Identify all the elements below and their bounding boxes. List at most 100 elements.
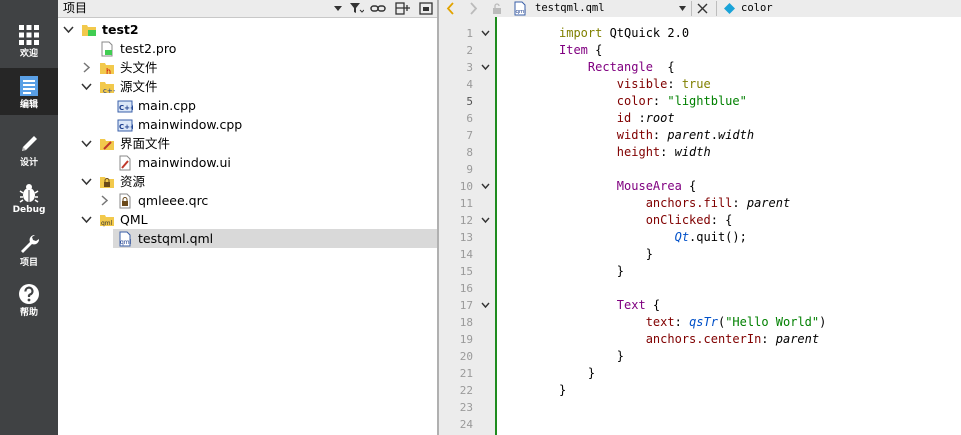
mode-design[interactable]: 设计 xyxy=(0,126,58,173)
tree-item-resources[interactable]: 资源 xyxy=(58,172,437,191)
svg-text:C++: C++ xyxy=(119,123,133,131)
qml-file-icon: qml xyxy=(119,231,132,247)
code-line[interactable]: id :root xyxy=(559,110,675,127)
chevron-down-icon[interactable] xyxy=(81,214,92,225)
code-line[interactable]: color: "lightblue" xyxy=(559,93,747,110)
code-line[interactable]: Text { xyxy=(559,297,660,314)
svg-text:c++: c++ xyxy=(103,87,115,95)
line-number: 3 xyxy=(466,61,473,74)
line-number-gutter: 1 2 3 4 5 6 7 8 9 10 11 12 13 14 15 16 1… xyxy=(439,17,495,435)
line-number: 24 xyxy=(459,418,473,431)
tree-item-pro-file[interactable]: test2.pro xyxy=(58,39,437,58)
tree-item-main-cpp[interactable]: C++ main.cpp xyxy=(58,96,437,115)
forward-arrow-icon[interactable] xyxy=(467,2,479,15)
code-line[interactable]: Item { xyxy=(559,42,602,59)
back-arrow-icon[interactable] xyxy=(445,2,457,15)
close-icon[interactable] xyxy=(696,2,709,15)
code-line[interactable]: } xyxy=(559,263,624,280)
code-line[interactable]: anchors.centerIn: parent xyxy=(559,331,819,348)
open-file-name[interactable]: testqml.qml xyxy=(535,0,605,17)
tree-item-sources[interactable]: c++ 源文件 xyxy=(58,77,437,96)
file-dropdown-icon[interactable] xyxy=(677,3,688,14)
code-line[interactable]: } xyxy=(559,348,624,365)
fold-marker-icon[interactable] xyxy=(481,182,490,191)
resources-folder-icon xyxy=(100,177,114,188)
line-number: 2 xyxy=(466,44,473,57)
fold-marker-icon[interactable] xyxy=(481,216,490,225)
fold-marker-icon[interactable] xyxy=(481,301,490,310)
code-line[interactable]: Qt.quit(); xyxy=(559,229,747,246)
fold-marker-icon[interactable] xyxy=(481,29,490,38)
edit-document-icon xyxy=(20,76,38,96)
line-number: 16 xyxy=(459,282,473,295)
close-panel-icon[interactable] xyxy=(418,1,434,16)
chevron-down-icon[interactable] xyxy=(63,24,74,35)
view-dropdown-icon[interactable] xyxy=(330,1,346,16)
code-line[interactable]: text: qsTr("Hello World") xyxy=(559,314,827,331)
tree-item-mainwindow-cpp[interactable]: C++ mainwindow.cpp xyxy=(58,115,437,134)
mode-debug-label: Debug xyxy=(12,205,46,215)
line-number: 22 xyxy=(459,384,473,397)
code-line[interactable]: } xyxy=(559,365,595,382)
mode-edit[interactable]: 编辑 xyxy=(0,68,58,115)
project-panel-title: 项目 xyxy=(63,1,88,15)
link-editor-icon[interactable] xyxy=(370,1,386,16)
filter-icon[interactable] xyxy=(348,1,364,16)
svg-text:qml: qml xyxy=(120,239,132,246)
tree-item-testqml[interactable]: qml testqml.qml xyxy=(113,229,437,248)
line-number: 7 xyxy=(466,129,473,142)
line-number: 18 xyxy=(459,316,473,329)
tree-item-mainwindow-ui[interactable]: mainwindow.ui xyxy=(58,153,437,172)
chevron-down-icon[interactable] xyxy=(81,138,92,149)
svg-text:qml: qml xyxy=(101,220,113,227)
chevron-right-icon[interactable] xyxy=(99,195,110,206)
code-line[interactable]: MouseArea { xyxy=(559,178,696,195)
bug-icon xyxy=(19,184,39,203)
line-number: 23 xyxy=(459,401,473,414)
cpp-file-icon: C++ xyxy=(117,100,133,113)
line-number: 9 xyxy=(466,163,473,176)
code-line[interactable]: import QtQuick 2.0 xyxy=(559,25,689,42)
line-number: 20 xyxy=(459,350,473,363)
chevron-right-icon[interactable] xyxy=(81,62,92,73)
code-line[interactable]: } xyxy=(559,246,653,263)
mode-projects-label: 项目 xyxy=(19,258,38,268)
code-line[interactable]: Rectangle { xyxy=(559,59,675,76)
code-line[interactable]: height: width xyxy=(559,144,711,161)
mode-help[interactable]: 帮助 xyxy=(0,276,58,323)
mode-help-label: 帮助 xyxy=(19,308,38,318)
code-line[interactable]: } xyxy=(559,382,566,399)
code-editor: qml testqml.qml color 1 2 3 4 5 6 7 8 9 … xyxy=(439,0,961,435)
code-line[interactable]: visible: true xyxy=(559,76,711,93)
code-line[interactable]: width: parent.width xyxy=(559,127,754,144)
tree-item-label: 界面文件 xyxy=(120,136,171,151)
wrench-icon xyxy=(21,234,40,253)
tree-item-qrc[interactable]: qmleee.qrc xyxy=(58,191,437,210)
pencil-icon xyxy=(22,136,37,151)
mode-projects[interactable]: 项目 xyxy=(0,226,58,273)
mode-welcome[interactable]: 欢迎 xyxy=(0,17,58,64)
header-folder-icon: h xyxy=(100,63,114,76)
line-number: 6 xyxy=(466,112,473,125)
tree-item-qml-folder[interactable]: qml QML xyxy=(58,210,437,229)
code-text-area[interactable]: import QtQuick 2.0 Item { Rectangle { vis… xyxy=(497,17,961,435)
code-line[interactable]: anchors.fill: parent xyxy=(559,195,791,212)
line-number: 12 xyxy=(459,214,473,227)
forms-folder-icon xyxy=(100,139,114,150)
help-icon xyxy=(19,284,39,304)
line-number: 21 xyxy=(459,367,473,380)
tree-item-headers[interactable]: h 头文件 xyxy=(58,58,437,77)
line-number: 15 xyxy=(459,265,473,278)
split-view-icon[interactable] xyxy=(394,1,410,16)
chevron-down-icon[interactable] xyxy=(81,176,92,187)
mode-debug[interactable]: Debug xyxy=(0,176,58,223)
tree-item-project[interactable]: test2 xyxy=(58,20,437,39)
fold-marker-icon[interactable] xyxy=(481,63,490,72)
chevron-down-icon[interactable] xyxy=(81,81,92,92)
current-symbol[interactable]: color xyxy=(741,0,773,17)
line-number: 17 xyxy=(459,299,473,312)
editor-toolbar: qml testqml.qml color xyxy=(439,0,961,18)
tree-item-label: mainwindow.ui xyxy=(138,155,231,170)
tree-item-forms[interactable]: 界面文件 xyxy=(58,134,437,153)
code-line[interactable]: onClicked: { xyxy=(559,212,733,229)
